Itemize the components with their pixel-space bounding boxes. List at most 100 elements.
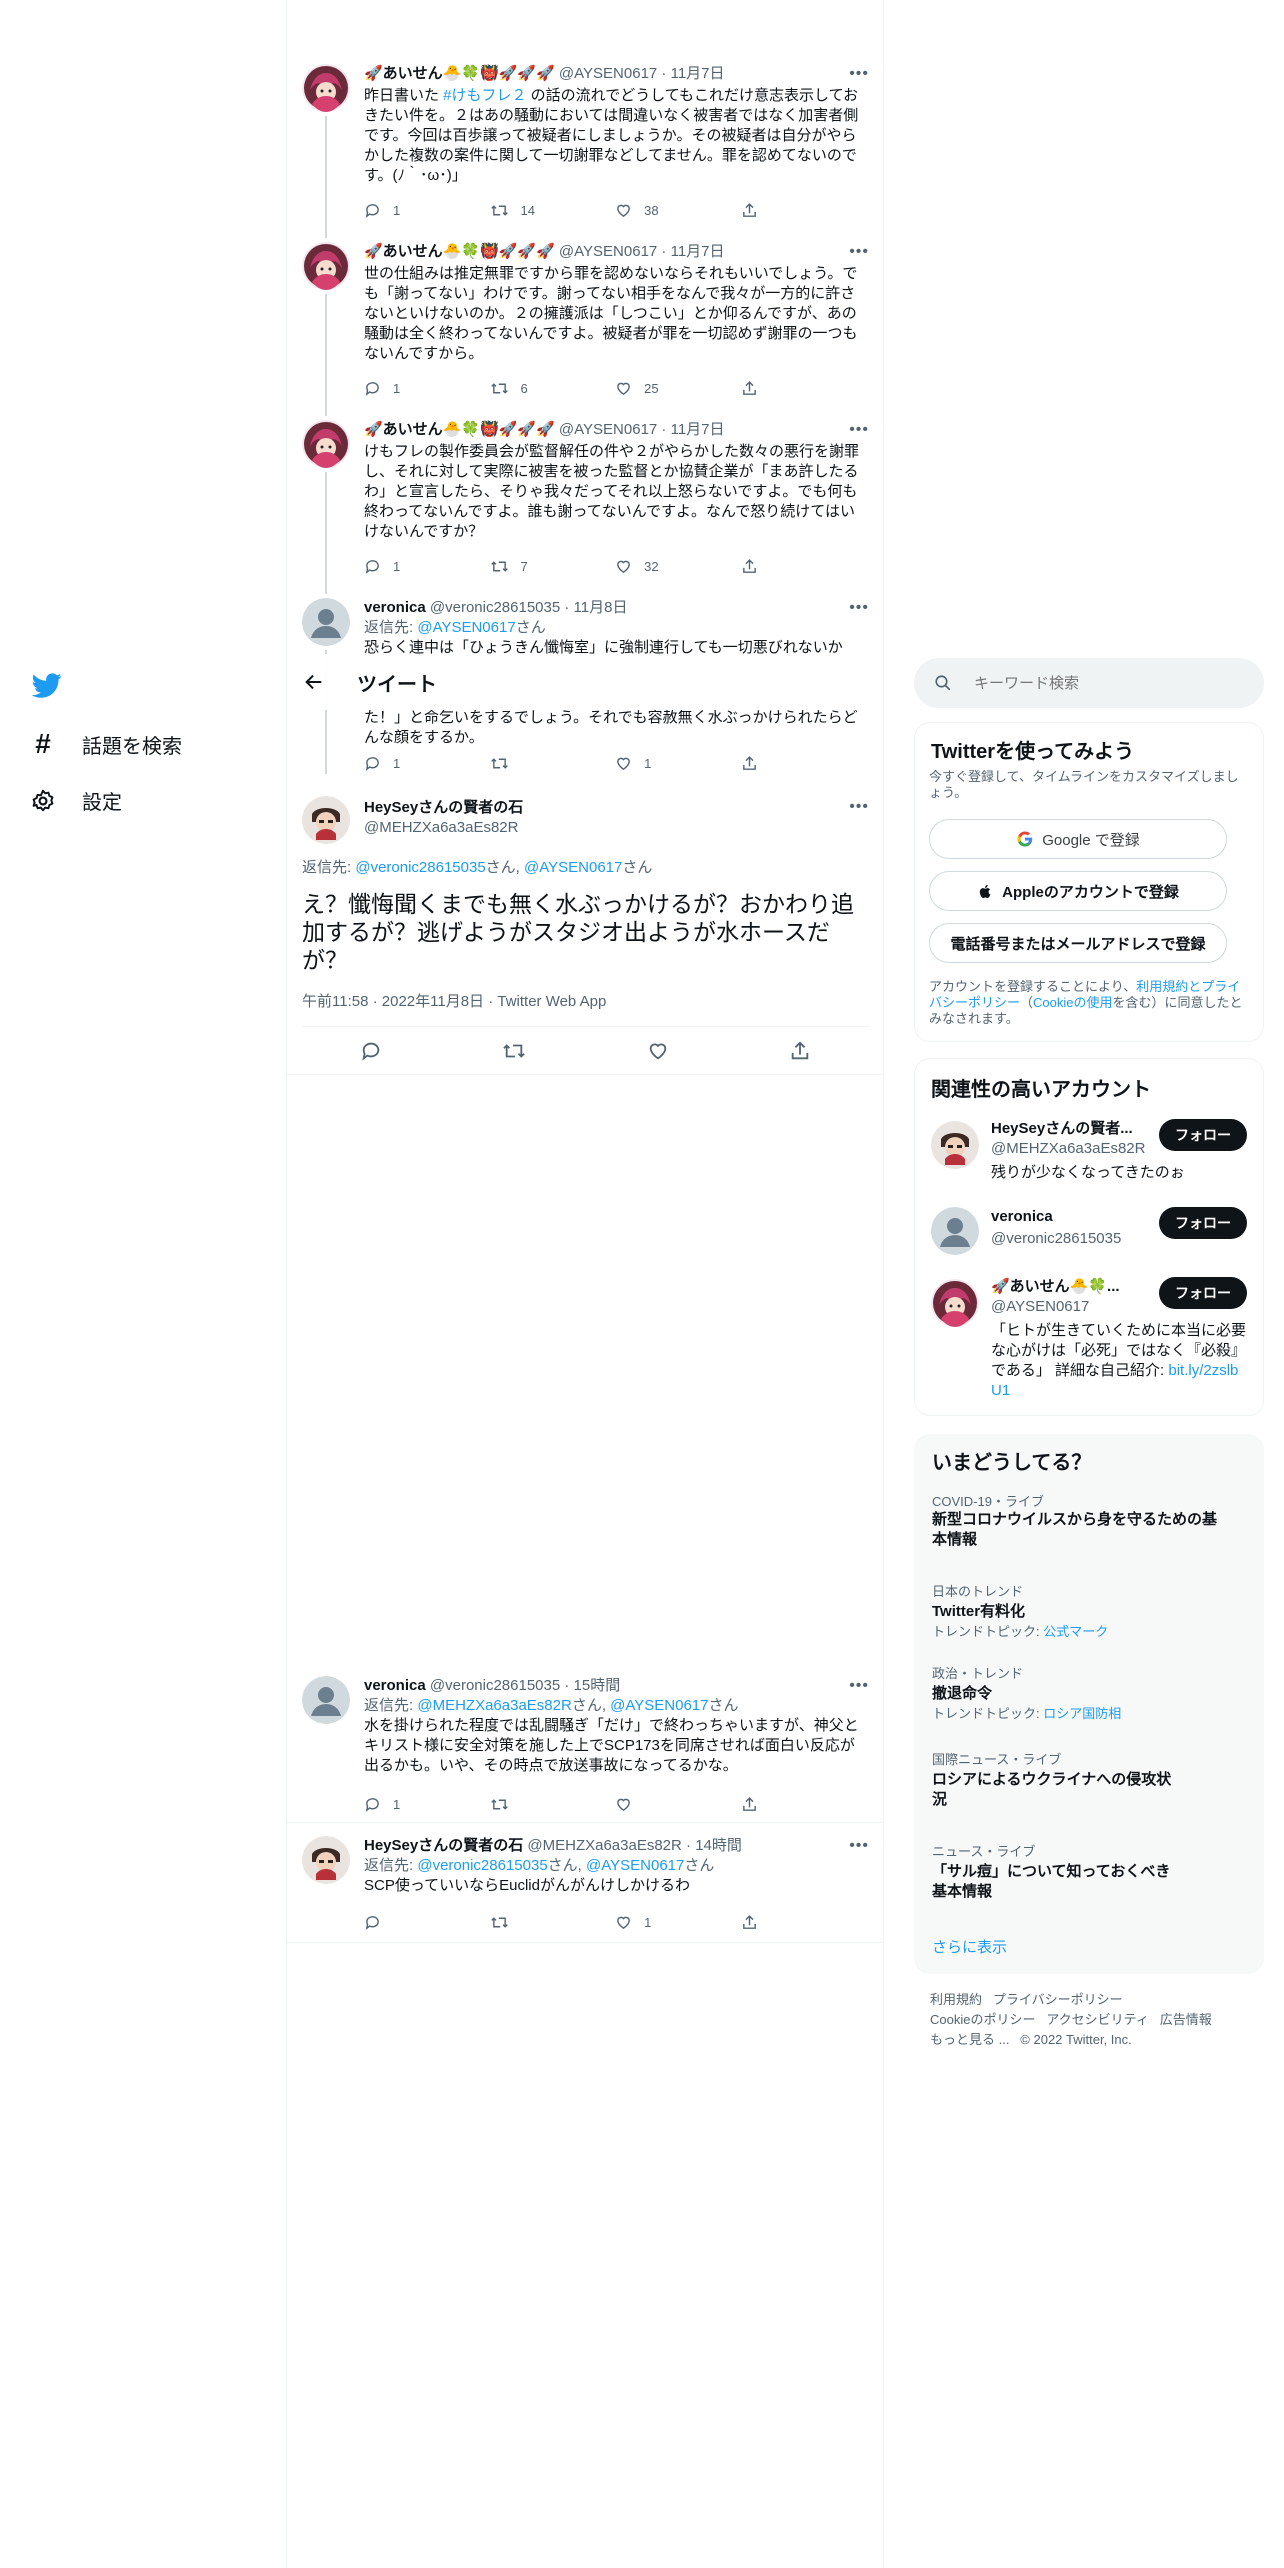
- mention-link[interactable]: @MEHZXa6a3aEs82R: [417, 1697, 571, 1714]
- footer-privacy-link[interactable]: プライバシーポリシー: [993, 1992, 1123, 2007]
- account-handle[interactable]: @veronic28615035: [991, 1229, 1121, 1249]
- tweet-timestamp[interactable]: 午前11:58 · 2022年11月8日 · Twitter Web App: [302, 990, 606, 1011]
- display-name[interactable]: 🚀あいせん🐣🍀👹🚀🚀🚀: [364, 421, 555, 438]
- like-button[interactable]: [647, 1040, 669, 1062]
- tweet-date[interactable]: 15時間: [574, 1677, 621, 1694]
- like-button[interactable]: 1: [615, 753, 741, 773]
- trend-topic-link[interactable]: ロシア国防相: [1043, 1706, 1121, 1721]
- account-name[interactable]: HeySeyさんの賢者...: [991, 1119, 1141, 1139]
- account-name[interactable]: 🚀あいせん🐣🍀...: [991, 1277, 1141, 1297]
- back-arrow-icon[interactable]: [303, 671, 327, 693]
- apple-signup-button[interactable]: Appleのアカウントで登録: [929, 871, 1227, 911]
- avatar[interactable]: [302, 796, 350, 844]
- thread-tweet[interactable]: 🚀あいせん🐣🍀👹🚀🚀🚀 @AYSEN0617 · 11月7日 ••• 昨日書いた …: [302, 64, 869, 224]
- reply-button[interactable]: 1: [364, 200, 490, 220]
- related-account[interactable]: veronica @veronic28615035 フォロー: [915, 1207, 1263, 1267]
- tweet-date[interactable]: 11月7日: [671, 65, 725, 82]
- share-button[interactable]: [741, 753, 758, 773]
- more-options-icon[interactable]: •••: [849, 64, 869, 84]
- avatar[interactable]: [302, 1836, 350, 1884]
- reply-button[interactable]: 1: [364, 1794, 490, 1814]
- tweet-date[interactable]: 11月7日: [671, 421, 725, 438]
- tweet-date[interactable]: 11月8日: [574, 599, 628, 616]
- avatar[interactable]: [302, 420, 350, 468]
- tweet-date[interactable]: 14時間: [695, 1837, 742, 1854]
- reply-tweet[interactable]: veronica @veronic28615035 · 15時間 ••• 返信先:…: [302, 1676, 869, 1820]
- more-options-icon[interactable]: •••: [849, 598, 869, 618]
- follow-button[interactable]: フォロー: [1159, 1119, 1247, 1151]
- mention-link[interactable]: @veronic28615035: [417, 1857, 547, 1874]
- like-button[interactable]: 32: [615, 556, 741, 576]
- trend-topic-link[interactable]: 公式マーク: [1043, 1624, 1108, 1639]
- reply-tweet[interactable]: HeySeyさんの賢者の石 @MEHZXa6a3aEs82R · 14時間 •••…: [302, 1836, 869, 1936]
- trend-item[interactable]: COVID-19・ライブ 新型コロナウイルスから身を守るための基本情報: [932, 1494, 1224, 1550]
- footer-terms-link[interactable]: 利用規約: [930, 1992, 982, 2007]
- google-signup-button[interactable]: Google で登録: [929, 819, 1227, 859]
- show-more-link[interactable]: さらに表示: [932, 1936, 1007, 1957]
- footer-accessibility-link[interactable]: アクセシビリティ: [1046, 2012, 1149, 2027]
- more-options-icon[interactable]: •••: [849, 420, 869, 440]
- hashtag-link[interactable]: #けもフレ２: [443, 87, 526, 104]
- trend-item[interactable]: 政治・トレンド 撤退命令 トレンドトピック: ロシア国防相: [932, 1666, 1224, 1722]
- follow-button[interactable]: フォロー: [1159, 1207, 1247, 1239]
- more-options-icon[interactable]: •••: [849, 1836, 869, 1856]
- avatar[interactable]: [302, 1676, 350, 1724]
- twitter-logo-icon[interactable]: [32, 670, 62, 700]
- handle[interactable]: @MEHZXa6a3aEs82R: [527, 1837, 681, 1854]
- share-button[interactable]: [741, 1794, 758, 1814]
- trend-item[interactable]: 日本のトレンド Twitter有料化 トレンドトピック: 公式マーク: [932, 1584, 1224, 1640]
- thread-tweet[interactable]: 🚀あいせん🐣🍀👹🚀🚀🚀 @AYSEN0617 · 11月7日 ••• けもフレの製…: [302, 420, 869, 580]
- avatar[interactable]: [302, 64, 350, 112]
- footer-ads-link[interactable]: 広告情報: [1160, 2012, 1212, 2027]
- avatar[interactable]: [931, 1279, 979, 1327]
- nav-settings[interactable]: 設定: [30, 786, 122, 815]
- retweet-button[interactable]: [490, 753, 616, 773]
- related-account[interactable]: HeySeyさんの賢者... @MEHZXa6a3aEs82R 残りが少なくなっ…: [915, 1119, 1263, 1201]
- reply-button[interactable]: [364, 1912, 490, 1932]
- footer-more-link[interactable]: もっと見る ...: [930, 2032, 1009, 2047]
- account-name[interactable]: veronica: [991, 1207, 1053, 1227]
- nav-explore[interactable]: # 話題を検索: [30, 728, 182, 760]
- retweet-button[interactable]: 7: [490, 556, 616, 576]
- reply-button[interactable]: 1: [364, 378, 490, 398]
- handle[interactable]: @veronic28615035: [430, 1677, 560, 1694]
- trend-item[interactable]: ニュース・ライブ 「サル痘」について知っておくべき基本情報: [932, 1844, 1224, 1902]
- more-options-icon[interactable]: •••: [849, 242, 869, 262]
- retweet-button[interactable]: [502, 1040, 526, 1062]
- reply-button[interactable]: 1: [364, 753, 490, 773]
- avatar[interactable]: [302, 242, 350, 290]
- mention-link[interactable]: @AYSEN0617: [417, 619, 515, 636]
- reply-button[interactable]: 1: [364, 556, 490, 576]
- display-name[interactable]: 🚀あいせん🐣🍀👹🚀🚀🚀: [364, 243, 555, 260]
- thread-tweet[interactable]: 🚀あいせん🐣🍀👹🚀🚀🚀 @AYSEN0617 · 11月7日 ••• 世の仕組みは…: [302, 242, 869, 402]
- avatar[interactable]: [931, 1121, 979, 1169]
- share-button[interactable]: [741, 200, 758, 220]
- like-button[interactable]: 25: [615, 378, 741, 398]
- like-button[interactable]: [615, 1794, 741, 1814]
- trend-item[interactable]: 国際ニュース・ライブ ロシアによるウクライナへの侵攻状況: [932, 1752, 1224, 1810]
- handle[interactable]: @MEHZXa6a3aEs82R: [364, 818, 869, 838]
- handle[interactable]: @AYSEN0617: [559, 421, 657, 438]
- display-name[interactable]: veronica: [364, 599, 426, 616]
- avatar[interactable]: [931, 1207, 979, 1255]
- retweet-button[interactable]: [490, 1912, 616, 1932]
- retweet-button[interactable]: 14: [490, 200, 616, 220]
- handle[interactable]: @AYSEN0617: [559, 243, 657, 260]
- handle[interactable]: @veronic28615035: [430, 599, 560, 616]
- avatar[interactable]: [302, 598, 350, 646]
- like-button[interactable]: 1: [615, 1912, 741, 1932]
- more-options-icon[interactable]: •••: [849, 1676, 869, 1696]
- display-name[interactable]: veronica: [364, 1677, 426, 1694]
- display-name[interactable]: HeySeyさんの賢者の石: [364, 1837, 523, 1854]
- display-name[interactable]: HeySeyさんの賢者の石: [364, 798, 869, 818]
- phone-email-signup-button[interactable]: 電話番号またはメールアドレスで登録: [929, 923, 1227, 963]
- handle[interactable]: @AYSEN0617: [559, 65, 657, 82]
- share-button[interactable]: [741, 556, 758, 576]
- like-button[interactable]: 38: [615, 200, 741, 220]
- mention-link[interactable]: @veronic28615035: [355, 859, 485, 876]
- mention-link[interactable]: @AYSEN0617: [586, 1857, 684, 1874]
- related-account[interactable]: 🚀あいせん🐣🍀... @AYSEN0617 「ヒトが生きていくために本当に必要な…: [915, 1277, 1263, 1407]
- retweet-button[interactable]: 6: [490, 378, 616, 398]
- follow-button[interactable]: フォロー: [1159, 1277, 1247, 1309]
- share-button[interactable]: [789, 1040, 811, 1062]
